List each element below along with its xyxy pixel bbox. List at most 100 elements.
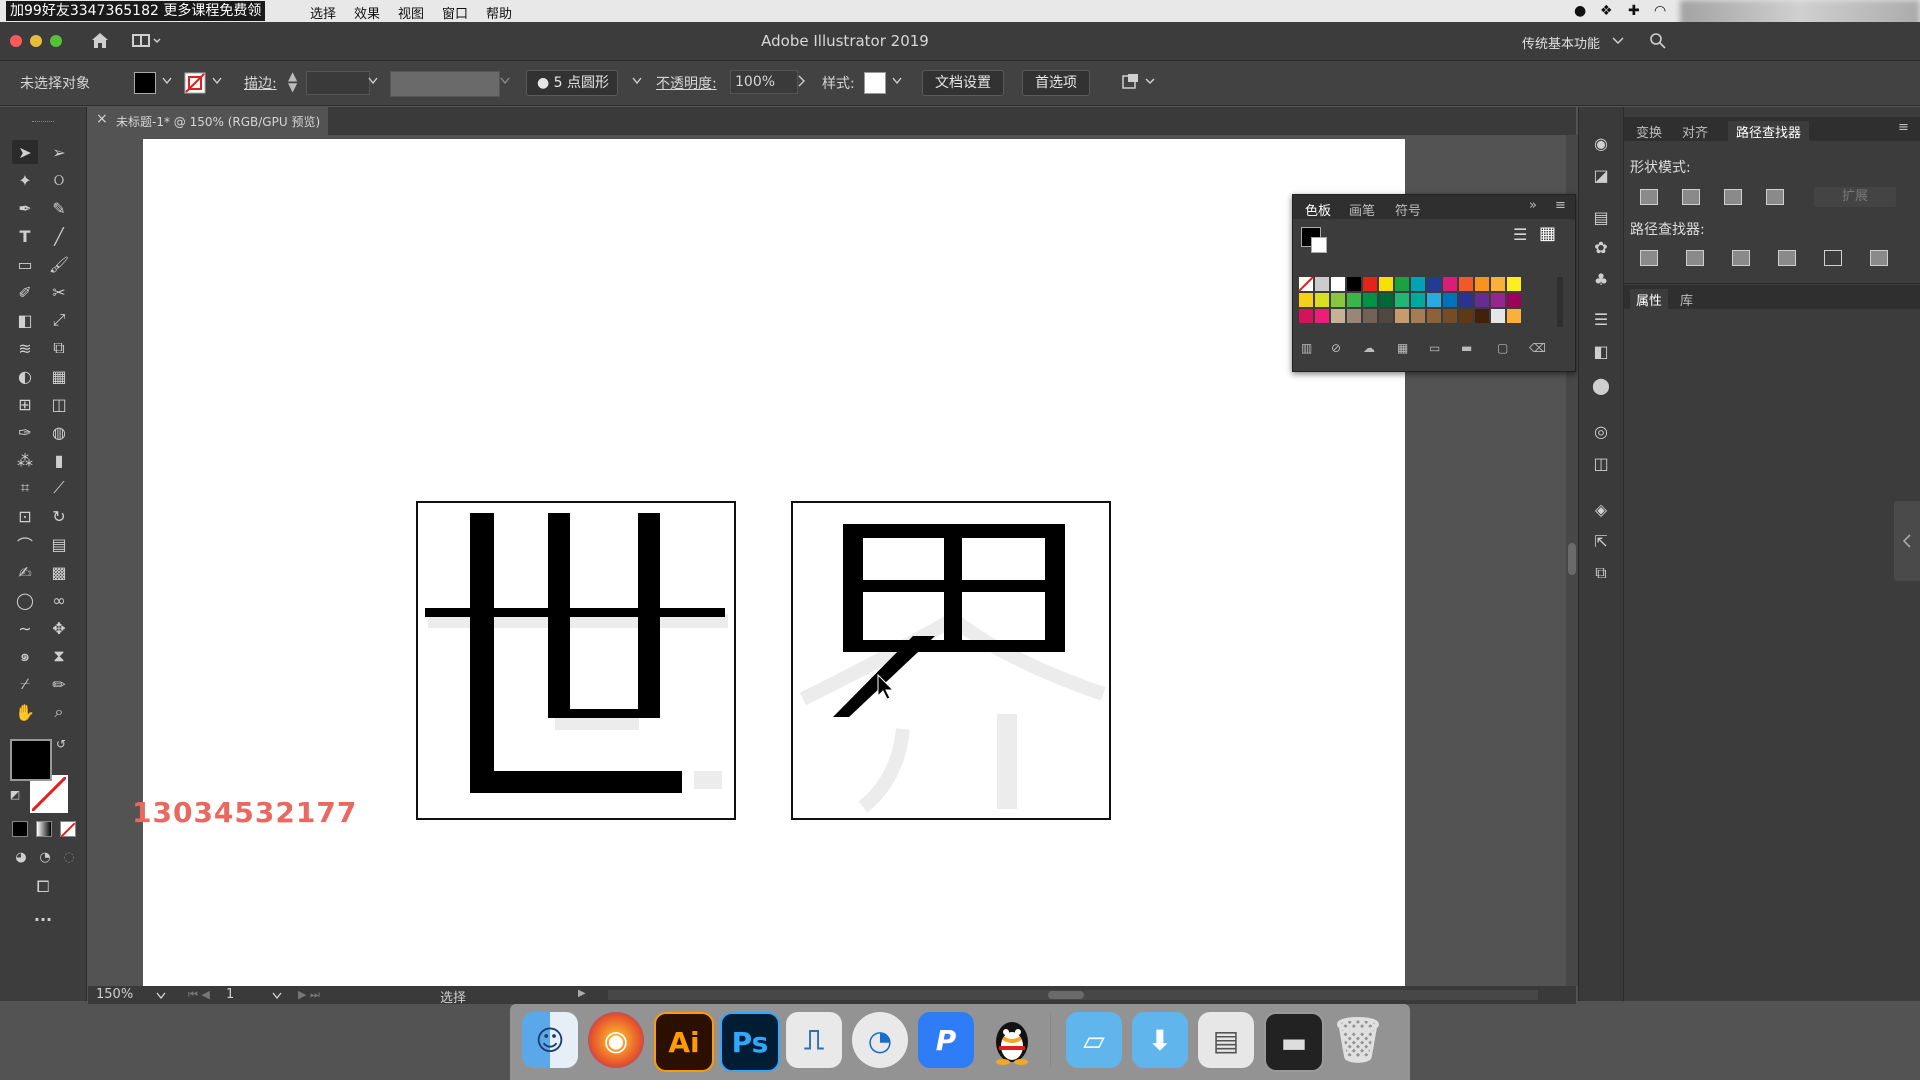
crop-icon[interactable] bbox=[1778, 250, 1796, 266]
blend-circles-icon[interactable]: ∞ bbox=[46, 588, 72, 612]
chevron-down-icon[interactable] bbox=[1612, 36, 1624, 46]
chevron-down-icon[interactable] bbox=[272, 992, 282, 1000]
stroke-horizontal[interactable] bbox=[425, 608, 725, 617]
grid-view-icon[interactable]: ▦ bbox=[1539, 223, 1556, 244]
swatches-panel-icon[interactable]: ▤ bbox=[1588, 205, 1614, 229]
merge-icon[interactable] bbox=[1732, 250, 1750, 266]
width-tool-icon[interactable]: ≋ bbox=[12, 336, 38, 360]
qq-penguin-icon[interactable] bbox=[984, 1012, 1040, 1068]
scissors-tool-icon[interactable]: ✂ bbox=[46, 280, 72, 304]
swatches-scrollbar[interactable] bbox=[1557, 277, 1563, 327]
menu-help[interactable]: 帮助 bbox=[486, 3, 512, 22]
photoshop-icon[interactable]: Ps bbox=[720, 1012, 780, 1072]
opacity-input[interactable]: 100% bbox=[730, 70, 798, 94]
swap-fill-stroke-icon[interactable]: ↺ bbox=[54, 737, 68, 751]
magic-wand-tool-icon[interactable]: ✦ bbox=[12, 168, 38, 192]
quicktime-icon[interactable]: ◔ bbox=[852, 1012, 908, 1068]
unite-icon[interactable] bbox=[1640, 189, 1658, 205]
gradient-tool-icon[interactable]: ◫ bbox=[46, 392, 72, 416]
fill-swatch[interactable] bbox=[134, 72, 156, 94]
expand-button[interactable]: 扩展 bbox=[1814, 187, 1896, 207]
free-transform-tool-icon[interactable]: ⧉ bbox=[46, 336, 72, 360]
minus-front-icon[interactable] bbox=[1682, 189, 1700, 205]
firefox-icon[interactable]: ◉ bbox=[588, 1012, 644, 1068]
new-group-icon[interactable]: ▭ bbox=[1429, 341, 1440, 355]
gradient-panel-icon[interactable]: ◧ bbox=[1588, 339, 1614, 363]
column-graph-tool-icon[interactable]: ▮ bbox=[46, 448, 72, 472]
menu-view[interactable]: 视图 bbox=[398, 3, 424, 22]
delete-swatch-icon[interactable]: ⌫ bbox=[1529, 341, 1546, 355]
image-trace-panel-icon[interactable]: ◫ bbox=[1588, 451, 1614, 475]
draw-behind-icon[interactable]: ◔ bbox=[32, 845, 58, 869]
screen-icon[interactable]: ▬ bbox=[1264, 1012, 1324, 1072]
color-mode-icon[interactable] bbox=[12, 821, 28, 837]
horizontal-scrollbar[interactable] bbox=[608, 990, 1538, 1000]
document-setup-button[interactable]: 文档设置 bbox=[922, 70, 1004, 96]
shape-builder-tool-icon[interactable]: ◐ bbox=[12, 364, 38, 388]
stroke-base[interactable] bbox=[843, 640, 1065, 652]
symbols-panel-icon[interactable]: ♣ bbox=[1588, 267, 1614, 291]
intersect-icon[interactable] bbox=[1724, 189, 1742, 205]
panel-menu-icon[interactable]: ≡ bbox=[1898, 120, 1909, 135]
stroke-vertical-left[interactable] bbox=[470, 513, 494, 791]
tab-swatches[interactable]: 色板 bbox=[1305, 200, 1331, 219]
curvature-tool-icon[interactable]: ✎ bbox=[46, 196, 72, 220]
search-icon[interactable] bbox=[1650, 33, 1666, 49]
scale-tool-icon[interactable]: ⤢ bbox=[46, 308, 72, 332]
tab-transform[interactable]: 变换 bbox=[1636, 122, 1662, 141]
illustrator-icon[interactable]: Ai bbox=[654, 1012, 714, 1072]
libraries-panel-icon[interactable]: ◪ bbox=[1588, 163, 1614, 187]
opacity-label[interactable]: 不透明度: bbox=[656, 73, 717, 93]
variable-width-profile[interactable] bbox=[390, 71, 500, 97]
artboards-panel-icon[interactable]: ⧉ bbox=[1588, 561, 1614, 585]
scroll-thumb[interactable] bbox=[1568, 543, 1576, 575]
smooth-tool-icon[interactable]: ∼ bbox=[12, 616, 38, 640]
trim-icon[interactable] bbox=[1686, 250, 1704, 266]
hand-tool-icon[interactable]: ✋ bbox=[12, 700, 38, 724]
perspective-grid-tool-icon[interactable]: ▦ bbox=[46, 364, 72, 388]
swatch-options-icon[interactable]: ☁ bbox=[1363, 341, 1375, 355]
color-guide-panel-icon[interactable]: ◎ bbox=[1588, 419, 1614, 443]
default-fill-stroke-icon[interactable]: ◩ bbox=[8, 787, 22, 801]
anchor-point-tool-icon[interactable]: ⌒ bbox=[12, 532, 38, 556]
tab-pathfinder[interactable]: 路径查找器 bbox=[1728, 121, 1810, 142]
stroke-vertical-right[interactable] bbox=[638, 513, 660, 717]
chevron-right-icon[interactable] bbox=[798, 75, 806, 87]
preview-icon[interactable]: ▤ bbox=[1198, 1012, 1254, 1068]
draw-inside-icon[interactable]: ◌ bbox=[56, 845, 82, 869]
collapse-side-handle[interactable] bbox=[1894, 501, 1920, 581]
collapse-panel-icon[interactable]: » bbox=[1529, 198, 1537, 213]
close-tab-icon[interactable]: × bbox=[96, 111, 108, 127]
last-artboard-icon[interactable]: ▶ ⏭ bbox=[298, 988, 320, 1002]
chart-tool-icon[interactable]: ▩ bbox=[46, 560, 72, 584]
list-view-icon[interactable]: ☰ bbox=[1513, 225, 1527, 244]
exclude-icon[interactable] bbox=[1766, 189, 1784, 205]
tab-properties[interactable]: 属性 bbox=[1630, 289, 1669, 310]
live-paint-tool-icon[interactable]: ⧗ bbox=[46, 644, 72, 668]
pen-tool-icon[interactable]: ✒ bbox=[12, 196, 38, 220]
keynote-icon[interactable]: ⎍ bbox=[786, 1012, 842, 1068]
crop-tool-icon[interactable]: ⊡ bbox=[12, 504, 38, 528]
minus-back-icon[interactable] bbox=[1870, 250, 1888, 266]
symbol-sprayer-tool-icon[interactable]: ⁂ bbox=[12, 448, 38, 472]
ruler-tool-icon[interactable]: ▤ bbox=[46, 532, 72, 556]
menu-effect[interactable]: 效果 bbox=[354, 3, 380, 22]
lasso-tool-icon[interactable]: ଠ bbox=[46, 168, 72, 192]
stroke-vertical-mid[interactable] bbox=[548, 513, 570, 717]
artboard-tool-icon[interactable]: ⌗ bbox=[12, 476, 38, 500]
new-color-group-icon[interactable]: ▦ bbox=[1397, 341, 1408, 355]
status-menu-arrow-icon[interactable]: ▶ bbox=[578, 988, 586, 999]
none-mode-icon[interactable] bbox=[60, 821, 76, 838]
active-stroke-swatch[interactable] bbox=[1311, 237, 1327, 253]
new-swatch-icon[interactable]: ▢ bbox=[1497, 341, 1508, 355]
workspace-switcher[interactable]: 传统基本功能 bbox=[1522, 33, 1600, 52]
line-segment-tool-icon[interactable]: ╱ bbox=[46, 224, 72, 248]
tab-brushes[interactable]: 画笔 bbox=[1349, 200, 1375, 219]
rectangle-tool-icon[interactable]: ▭ bbox=[12, 252, 38, 276]
folder-icon[interactable]: ▬ bbox=[1461, 341, 1472, 355]
tab-align[interactable]: 对齐 bbox=[1682, 122, 1708, 141]
draw-normal-icon[interactable]: ◕ bbox=[8, 845, 34, 869]
bluetooth-icon[interactable]: ✚ bbox=[1628, 3, 1640, 19]
selection-tool-icon[interactable]: ➤ bbox=[12, 140, 38, 164]
more-tools-icon[interactable]: ··· bbox=[30, 907, 56, 931]
